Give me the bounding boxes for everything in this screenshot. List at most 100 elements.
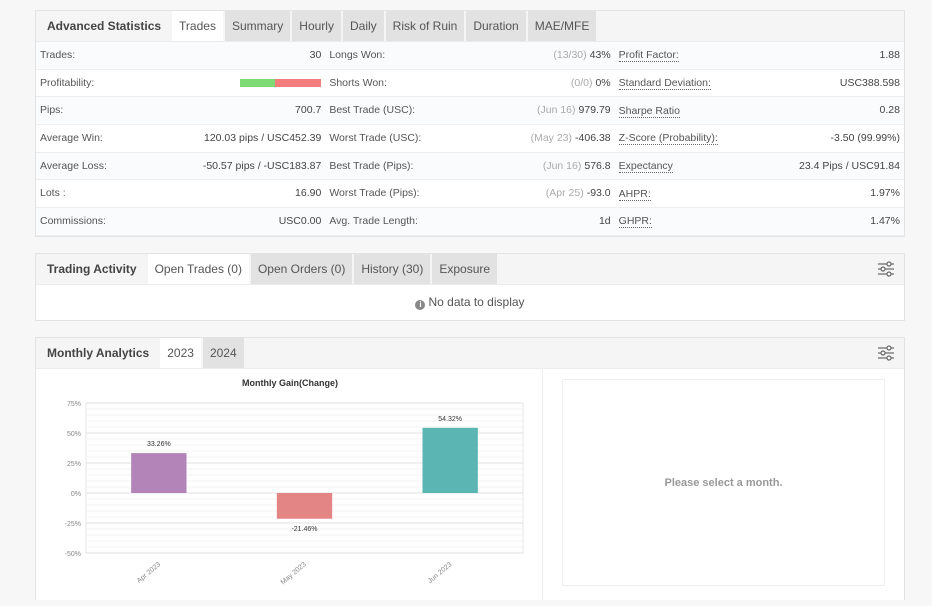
- stat-value: 120.03 pips / USC452.39: [203, 132, 322, 145]
- stats-column-2: Longs Won: (13/30) 43% Shorts Won: (0/0) 0% …: [325, 42, 615, 236]
- tab-summary[interactable]: Summary: [224, 11, 291, 41]
- stat-label-tooltip[interactable]: Standard Deviation:: [618, 76, 711, 91]
- stat-row-ghpr: GHPR: 1.47%: [614, 208, 904, 236]
- tab-trades[interactable]: Trades: [172, 11, 223, 41]
- stat-value: 43%: [589, 49, 611, 61]
- stat-row-worst-trade-usc: Worst Trade (USC): (May 23) -406.38: [325, 125, 615, 153]
- stat-row-longs-won: Longs Won: (13/30) 43%: [325, 42, 615, 70]
- profitability-bar-win: [240, 79, 276, 88]
- empty-state: i No data to display: [36, 285, 904, 310]
- stat-row-expectancy: Expectancy 23.4 Pips / USC91.84: [614, 152, 904, 181]
- stat-label: Trades:: [40, 49, 76, 61]
- chart-title: Monthly Gain(Change): [242, 378, 338, 388]
- stat-value: 1.47%: [870, 215, 900, 228]
- monthly-analytics-panel: Monthly Analytics 2023 2024 Monthly Gain…: [35, 337, 905, 601]
- tab-risk-of-ruin[interactable]: Risk of Ruin: [385, 11, 465, 41]
- stat-label-tooltip[interactable]: Sharpe Ratio: [618, 104, 680, 118]
- stats-column-3: Profit Factor: 1.88 Standard Deviation: US…: [614, 42, 904, 236]
- stat-value: 576.8: [584, 159, 611, 172]
- stat-label: Average Loss:: [40, 159, 107, 172]
- stats-title: Advanced Statistics: [47, 19, 162, 33]
- month-detail-pane: Please select a month.: [562, 379, 885, 586]
- stat-row-standard-deviation: Standard Deviation: USC388.598: [614, 70, 904, 98]
- data-label: -21.46%: [291, 526, 317, 533]
- stat-value: USC0.00: [278, 215, 322, 228]
- stat-value: -50.57 pips / -USC183.87: [202, 159, 322, 172]
- tab-year-2024[interactable]: 2024: [202, 338, 244, 368]
- stats-column-1: Trades: 30 Profitability: Pips: 700.7 Aver…: [36, 42, 326, 236]
- tab-daily[interactable]: Daily: [342, 11, 384, 41]
- stat-label: Avg. Trade Length:: [329, 215, 418, 228]
- activity-tabbar: Trading Activity Open Trades (0) Open Or…: [36, 254, 904, 285]
- monthly-title: Monthly Analytics: [47, 346, 150, 360]
- stat-label: Average Win:: [40, 132, 103, 145]
- stat-label-tooltip[interactable]: Expectancy: [618, 159, 673, 174]
- stat-label-tooltip[interactable]: Z-Score (Probability):: [618, 131, 718, 146]
- y-tick-label: 25%: [67, 461, 81, 468]
- stat-row-average-win: Average Win: 120.03 pips / USC452.39: [36, 125, 326, 153]
- stat-value: 0%: [595, 76, 611, 89]
- empty-message: No data to display: [428, 295, 525, 309]
- stat-value: -3.50 (99.99%): [830, 132, 900, 145]
- stat-row-sharpe-ratio: Sharpe Ratio 0.28: [614, 97, 904, 126]
- stats-tabbar: Advanced Statistics Trades Summary Hourl…: [36, 11, 904, 42]
- settings-sliders-icon[interactable]: [877, 345, 895, 361]
- stat-label-tooltip[interactable]: Profit Factor:: [618, 48, 679, 63]
- stat-row-z-score: Z-Score (Probability): -3.50 (99.99%): [614, 125, 904, 153]
- stat-row-avg-trade-length: Avg. Trade Length: 1d: [325, 208, 615, 236]
- stat-row-ahpr: AHPR: 1.97%: [614, 180, 904, 209]
- x-tick-label: Jun 2023: [427, 561, 454, 585]
- stat-value: 23.4 Pips / USC91.84: [799, 159, 900, 172]
- tab-open-trades[interactable]: Open Trades (0): [147, 254, 249, 284]
- stat-sub: (13/30): [553, 49, 587, 61]
- stat-label-tooltip[interactable]: AHPR:: [618, 187, 651, 201]
- profitability-bar-loss: [275, 79, 322, 88]
- stat-label: Lots :: [40, 187, 66, 200]
- tab-hourly[interactable]: Hourly: [292, 11, 341, 41]
- tab-mae-mfe[interactable]: MAE/MFE: [527, 11, 597, 41]
- stat-value: 1d: [598, 215, 611, 228]
- stat-value: USC388.598: [839, 76, 900, 89]
- stat-row-trades: Trades: 30: [36, 42, 326, 70]
- stat-label: Commissions:: [40, 215, 106, 228]
- stat-row-commissions: Commissions: USC0.00: [36, 208, 326, 236]
- profitability-bar: [240, 79, 322, 88]
- monthly-tabbar: Monthly Analytics 2023 2024: [36, 338, 904, 369]
- stat-value: 0.28: [879, 104, 900, 117]
- stat-row-shorts-won: Shorts Won: (0/0) 0%: [325, 70, 615, 98]
- activity-title: Trading Activity: [47, 262, 137, 276]
- tab-exposure[interactable]: Exposure: [432, 254, 498, 284]
- stat-row-profitability: Profitability:: [36, 70, 326, 98]
- stat-sub: (0/0): [570, 76, 593, 89]
- bar-jun-2023: [422, 427, 478, 493]
- stat-label: Best Trade (USC):: [329, 104, 416, 117]
- select-month-message: Please select a month.: [664, 476, 783, 489]
- bar-apr-2023: [131, 453, 187, 493]
- stat-label: Shorts Won:: [329, 76, 387, 89]
- tab-history[interactable]: History (30): [354, 254, 431, 284]
- stat-label-tooltip[interactable]: GHPR:: [618, 214, 652, 229]
- bar-may-2023: [276, 493, 333, 519]
- tab-open-orders[interactable]: Open Orders (0): [250, 254, 353, 284]
- stat-row-pips: Pips: 700.7: [36, 97, 326, 126]
- data-label: 54.32%: [438, 416, 462, 423]
- settings-sliders-icon[interactable]: [877, 261, 895, 277]
- stat-value: 979.79: [578, 104, 611, 117]
- stat-label: Worst Trade (Pips):: [329, 187, 420, 200]
- tab-duration[interactable]: Duration: [466, 11, 526, 41]
- stat-row-best-trade-usc: Best Trade (USC): (Jun 16) 979.79: [325, 97, 615, 126]
- stat-label: Longs Won:: [329, 49, 386, 61]
- advanced-statistics-panel: Advanced Statistics Trades Summary Hourl…: [35, 10, 905, 237]
- stat-label: Pips:: [40, 104, 64, 117]
- stat-row-average-loss: Average Loss: -50.57 pips / -USC183.87: [36, 152, 326, 181]
- y-tick-label: 50%: [67, 431, 81, 438]
- stat-sub: (May 23): [530, 132, 573, 145]
- trading-activity-panel: Trading Activity Open Trades (0) Open Or…: [35, 253, 905, 321]
- chart-x-axis: Apr 2023 May 2023 Jun 2023: [136, 561, 454, 586]
- stat-value: 1.97%: [870, 187, 900, 200]
- stat-value: 1.88: [879, 49, 900, 61]
- tab-year-2023[interactable]: 2023: [160, 338, 201, 368]
- stat-value: 16.90: [295, 187, 322, 200]
- stat-label: Best Trade (Pips):: [329, 159, 414, 172]
- stat-sub: (Apr 25): [545, 187, 584, 200]
